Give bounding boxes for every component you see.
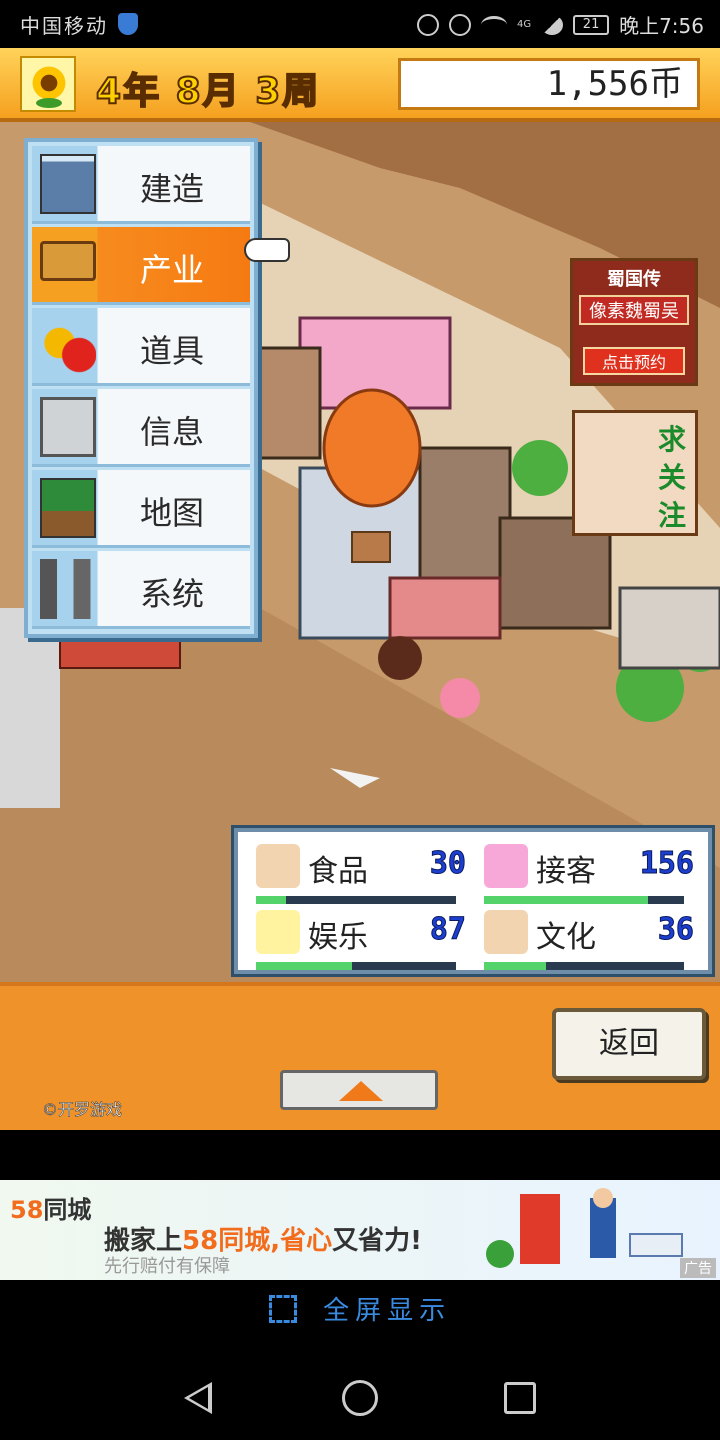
nav-recents-icon[interactable] — [504, 1382, 536, 1414]
promo-title: 蜀国传 — [607, 269, 661, 290]
carrier-name: 中国移动 — [20, 14, 108, 38]
fullscreen-button[interactable]: 全屏显示 — [0, 1290, 720, 1350]
map-icon — [40, 478, 96, 538]
banner-brand: 58同城 — [10, 1190, 91, 1225]
menu-item-info[interactable]: 信息 — [32, 389, 250, 467]
stat-food: 食品 30 — [256, 842, 467, 904]
stat-value: 156 — [639, 846, 694, 882]
stat-entertainment: 娱乐 87 — [256, 908, 467, 970]
battery-icon: 21 — [573, 14, 610, 35]
stat-label: 文化 — [536, 920, 596, 955]
menu-item-map[interactable]: 地图 — [32, 470, 250, 548]
menu-item-label: 产业 — [140, 251, 205, 289]
stat-value: 36 — [657, 912, 694, 948]
menu-item-label: 地图 — [140, 494, 205, 532]
stat-bar-fill — [256, 962, 352, 970]
stat-bar — [256, 962, 456, 970]
banner-ad[interactable]: 58同城 搬家上58同城,省心又省力! 先行赔付有保障 广告 — [0, 1180, 720, 1280]
stat-label: 接客 — [536, 854, 596, 889]
alarm-icon — [448, 13, 471, 36]
banner-illustration — [486, 1188, 683, 1268]
menu-item-industry[interactable]: 产业 — [32, 227, 250, 305]
menu-item-build[interactable]: 建造 — [32, 146, 250, 224]
bottom-panel: 返回 ©开罗游戏 — [0, 982, 720, 1130]
status-bar: 中国移动 4G 21 晚上7:56 — [0, 0, 720, 48]
menu-item-items[interactable]: 道具 — [32, 308, 250, 386]
building-icon — [40, 154, 96, 214]
date-year: 4 — [95, 70, 124, 113]
stat-value: 30 — [429, 846, 466, 882]
stat-bar-fill — [256, 896, 286, 904]
top-bar: 4年 8月 3周 1,556币 — [0, 48, 720, 122]
pointing-hand-icon — [244, 238, 290, 262]
promo-ad-follow[interactable]: 求关注 — [572, 410, 698, 536]
arrow-up-icon — [339, 1081, 383, 1101]
network-type: 4G — [516, 19, 532, 30]
copyright-text: ©开罗游戏 — [42, 1100, 123, 1120]
sunflower-icon — [20, 56, 76, 112]
sparkle-icon — [256, 910, 300, 954]
wifi-icon — [480, 15, 507, 34]
stat-bar-fill — [484, 962, 546, 970]
stats-panel: 食品 30 接客 156 娱乐 87 文化 36 — [234, 828, 712, 974]
promo-cta-button[interactable]: 点击预约 — [583, 347, 685, 375]
stat-value: 87 — [429, 912, 466, 948]
expand-up-button[interactable] — [280, 1070, 438, 1110]
stat-label: 娱乐 — [308, 920, 368, 955]
menu-item-label: 信息 — [140, 413, 205, 451]
menu-item-system[interactable]: 系统 — [32, 551, 250, 629]
stat-bar-fill — [484, 896, 648, 904]
stat-bar — [484, 962, 684, 970]
promo-ad-shuguozhuan[interactable]: 蜀国传 像素魏蜀吴 点击预约 — [570, 258, 698, 386]
status-time: 晚上7:56 — [619, 14, 704, 38]
fruit-icon — [40, 316, 96, 376]
signboard-icon — [40, 241, 96, 281]
date-year-unit: 年 — [122, 70, 162, 113]
vibrate-icon — [416, 13, 439, 36]
game-date: 4年 8月 3周 — [95, 62, 321, 114]
book-icon — [484, 910, 528, 954]
expand-icon — [268, 1294, 297, 1323]
ad-label: 广告 — [680, 1258, 716, 1278]
game-viewport[interactable]: 4年 8月 3周 1,556币 建造 产业 道具 信息 地图 系统 蜀国传 像素… — [0, 48, 720, 1130]
system-nav-bar — [0, 1356, 720, 1440]
stat-label: 食品 — [308, 854, 368, 889]
menu-item-label: 建造 — [140, 170, 205, 208]
date-month-unit: 月 — [202, 70, 241, 113]
status-icons: 4G 21 晚上7:56 — [416, 10, 704, 39]
signal-icon — [541, 14, 564, 35]
tools-icon — [40, 559, 96, 619]
coin-counter: 1,556币 — [398, 58, 700, 110]
stat-bar — [484, 896, 684, 904]
banner-brand-text: 同城 — [43, 1196, 92, 1224]
menu-item-label: 系统 — [140, 575, 205, 613]
back-button[interactable]: 返回 — [552, 1008, 706, 1080]
banner-subtitle: 先行赔付有保障 — [104, 1256, 230, 1277]
fullscreen-label: 全屏显示 — [323, 1296, 452, 1326]
heart-icon — [484, 844, 528, 888]
date-week-unit: 周 — [281, 70, 321, 113]
computer-icon — [40, 397, 96, 457]
rice-ball-icon — [256, 844, 300, 888]
banner-slogan-post: 又省力! — [332, 1226, 422, 1256]
menu-item-label: 道具 — [140, 332, 205, 370]
security-shield-icon — [118, 13, 138, 35]
date-week: 3 — [254, 70, 283, 113]
main-menu: 建造 产业 道具 信息 地图 系统 — [24, 138, 258, 638]
stat-bar — [256, 896, 456, 904]
nav-home-icon[interactable] — [342, 1380, 378, 1416]
promo-subtitle: 像素魏蜀吴 — [579, 295, 689, 325]
date-month: 8 — [175, 70, 203, 113]
stat-service: 接客 156 — [484, 842, 695, 904]
nav-back-icon[interactable] — [184, 1382, 212, 1414]
banner-brand-number: 58 — [10, 1196, 44, 1224]
promo-follow-text: 求关注 — [657, 423, 686, 532]
stat-culture: 文化 36 — [484, 908, 695, 970]
